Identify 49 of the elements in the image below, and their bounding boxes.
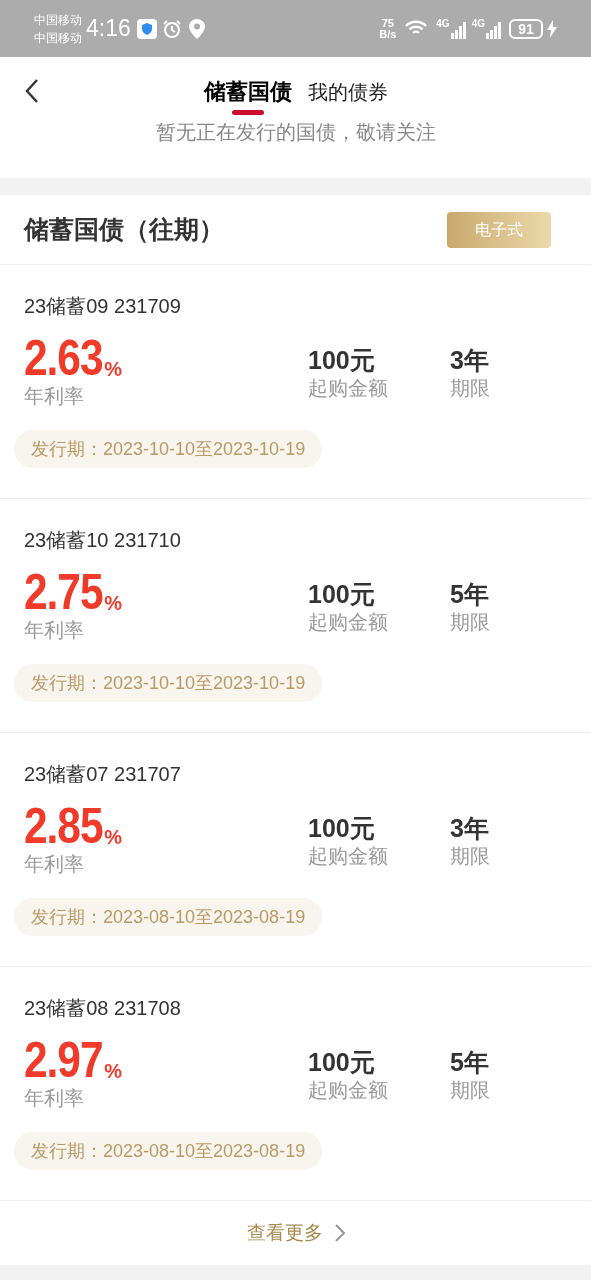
minimum-amount: 100元 bbox=[308, 345, 376, 375]
network-speed-unit: B/s bbox=[379, 28, 397, 40]
issue-period-chip: 发行期：2023-10-10至2023-10-19 bbox=[14, 430, 323, 468]
minimum-amount: 100元 bbox=[308, 813, 376, 843]
amount-label: 起购金额 bbox=[308, 844, 389, 869]
term-label: 期限 bbox=[450, 376, 490, 401]
term-label: 期限 bbox=[450, 610, 490, 635]
bond-name: 23储蓄08 231708 bbox=[24, 996, 182, 1021]
shield-icon bbox=[136, 18, 157, 39]
amount-label: 起购金额 bbox=[308, 610, 389, 635]
term-value: 5年 bbox=[450, 579, 490, 609]
carrier-label: 中国移动 bbox=[34, 29, 82, 47]
bond-name: 23储蓄09 231709 bbox=[24, 294, 182, 319]
alarm-clock-icon bbox=[161, 18, 182, 39]
bond-name: 23储蓄10 231710 bbox=[24, 528, 182, 553]
amount-label: 起购金额 bbox=[308, 1078, 389, 1103]
issue-period-chip: 发行期：2023-08-10至2023-08-19 bbox=[14, 1132, 323, 1170]
bond-name: 23储蓄07 231707 bbox=[24, 762, 182, 787]
term-value: 3年 bbox=[450, 813, 490, 843]
format-badge: 电子式 bbox=[447, 211, 551, 248]
rate-label: 年利率 bbox=[24, 1086, 85, 1111]
chevron-right-icon bbox=[334, 1224, 345, 1242]
location-pin-icon bbox=[188, 18, 205, 39]
interest-rate: 2.75% bbox=[24, 567, 124, 617]
battery-icon: 91 bbox=[509, 18, 543, 39]
amount-label: 起购金额 bbox=[308, 376, 389, 401]
issue-period-chip: 发行期：2023-10-10至2023-10-19 bbox=[14, 664, 323, 702]
carrier-label: 中国移动 bbox=[34, 11, 82, 29]
tab[interactable]: 储蓄国债 bbox=[203, 77, 292, 115]
interest-rate: 2.85% bbox=[24, 801, 124, 851]
minimum-amount: 100元 bbox=[308, 579, 376, 609]
term-value: 3年 bbox=[450, 345, 490, 375]
term-label: 期限 bbox=[450, 844, 490, 869]
term-label: 期限 bbox=[450, 1078, 490, 1103]
back-chevron-icon bbox=[25, 78, 39, 104]
rate-label: 年利率 bbox=[24, 384, 85, 409]
rate-label: 年利率 bbox=[24, 852, 85, 877]
issue-period-chip: 发行期：2023-08-10至2023-08-19 bbox=[14, 898, 323, 936]
interest-rate: 2.63% bbox=[24, 333, 124, 383]
tab[interactable]: 我的债券 bbox=[307, 77, 388, 115]
clock-time: 4:16 bbox=[86, 14, 131, 44]
network-speed-value: 75 bbox=[381, 17, 394, 29]
notice-text: 暂无正在发行的国债，敬请关注 bbox=[155, 120, 436, 145]
term-value: 5年 bbox=[450, 1047, 490, 1077]
minimum-amount: 100元 bbox=[308, 1047, 376, 1077]
interest-rate: 2.97% bbox=[24, 1035, 124, 1085]
rate-label: 年利率 bbox=[24, 618, 85, 643]
section-title: 储蓄国债（往期） bbox=[24, 213, 224, 245]
charging-bolt-icon bbox=[547, 19, 557, 38]
